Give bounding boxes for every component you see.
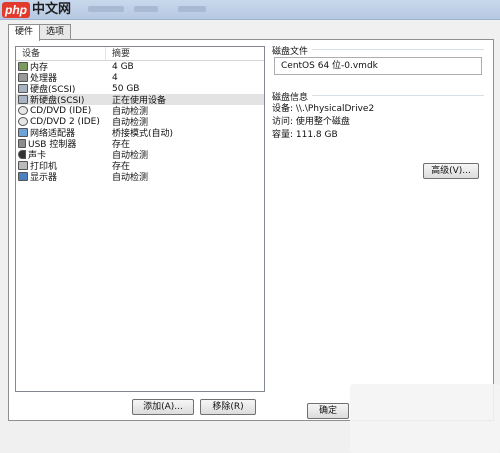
- remove-device-button[interactable]: 移除(R): [200, 399, 256, 415]
- device-row[interactable]: 显示器 自动检测: [16, 170, 264, 183]
- device-cell: CD/DVD (IDE): [16, 106, 106, 116]
- hardware-panel: 设备 摘要 内存 4 GB 处理器 4 硬盘(SCSI) 50 GB 新硬盘(SCSI) 正在…: [8, 39, 494, 421]
- device-summary: 4: [112, 72, 118, 83]
- column-header-summary[interactable]: 摘要: [106, 47, 130, 60]
- blurred-title-text: [88, 6, 124, 12]
- tab-hardware[interactable]: 硬件: [8, 24, 41, 41]
- blurred-title-text: [178, 6, 206, 12]
- cd-dvd-icon: [18, 106, 28, 115]
- display-icon: [18, 172, 28, 181]
- processor-icon: [18, 73, 28, 82]
- device-cell: 新硬盘(SCSI): [16, 93, 106, 106]
- disk-file-path-field[interactable]: CentOS 64 位-0.vmdk: [274, 57, 482, 75]
- tab-bar: 硬件 选项: [8, 24, 72, 41]
- advanced-button[interactable]: 高级(V)...: [423, 163, 479, 179]
- device-list-header: 设备 摘要: [16, 47, 264, 61]
- disk-capacity-text: 容量: 111.8 GB: [272, 130, 338, 140]
- virtual-machine-settings-dialog: 硬件 选项 设备 摘要 内存 4 GB 处理器 4 硬盘(SCSI) 50 GB 新硬盘(S…: [0, 20, 500, 453]
- device-name: 新硬盘(SCSI): [30, 96, 85, 106]
- logo-php-text: php: [2, 2, 30, 18]
- watermark-blur: [350, 384, 500, 453]
- title-bar: php 中文网: [0, 0, 500, 20]
- device-summary: 自动检测: [112, 173, 149, 183]
- device-cell: CD/DVD 2 (IDE): [16, 117, 106, 127]
- device-summary: 4 GB: [112, 61, 134, 72]
- hard-disk-icon: [18, 84, 28, 93]
- device-name: CD/DVD 2 (IDE): [30, 116, 100, 127]
- logo-cn-text: 中文网: [32, 2, 72, 17]
- disk-access-text: 访问: 使用整个磁盘: [272, 117, 350, 127]
- usb-icon: [18, 139, 26, 148]
- device-name: CD/DVD (IDE): [30, 105, 92, 116]
- printer-icon: [18, 161, 28, 170]
- hard-disk-icon: [18, 95, 28, 104]
- column-header-device[interactable]: 设备: [16, 47, 106, 60]
- group-divider: [312, 49, 484, 50]
- device-rows: 内存 4 GB 处理器 4 硬盘(SCSI) 50 GB 新硬盘(SCSI) 正在使用设备 CD…: [16, 61, 264, 183]
- cd-dvd-icon: [18, 117, 28, 126]
- device-list: 设备 摘要 内存 4 GB 处理器 4 硬盘(SCSI) 50 GB 新硬盘(SCSI) 正在…: [15, 46, 265, 392]
- group-divider: [312, 95, 484, 96]
- disk-device-text: 设备: \\.\PhysicalDrive2: [272, 104, 375, 114]
- blurred-title-text: [134, 6, 158, 12]
- disk-file-group-title: 磁盘文件: [272, 47, 309, 57]
- device-name: 显示器: [30, 173, 58, 183]
- site-logo: php 中文网: [2, 1, 71, 19]
- device-summary: 50 GB: [112, 83, 140, 94]
- memory-icon: [18, 62, 28, 71]
- device-cell: 显示器: [16, 170, 106, 183]
- ok-button[interactable]: 确定: [307, 403, 349, 419]
- add-device-button[interactable]: 添加(A)...: [132, 399, 194, 415]
- network-adapter-icon: [18, 128, 28, 137]
- tab-options[interactable]: 选项: [39, 24, 72, 40]
- disk-info-group-title: 磁盘信息: [272, 93, 309, 103]
- sound-icon: [18, 150, 26, 159]
